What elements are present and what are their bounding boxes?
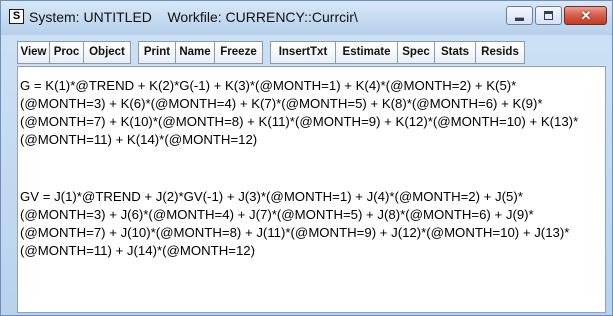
title-bar[interactable]: S System: UNTITLED Workfile: CURRENCY::C… — [1, 1, 612, 35]
window-title: System: UNTITLED Workfile: CURRENCY::Cur… — [29, 9, 358, 25]
estimate-button[interactable]: Estimate — [335, 41, 398, 64]
print-button[interactable]: Print — [138, 41, 176, 64]
close-button[interactable]: ✕ — [564, 6, 607, 25]
freeze-button[interactable]: Freeze — [214, 41, 263, 64]
object-button[interactable]: Object — [83, 41, 131, 64]
maximize-button[interactable] — [535, 6, 562, 25]
close-icon: ✕ — [580, 8, 592, 23]
inserttxt-button[interactable]: InsertTxt — [270, 41, 336, 64]
proc-button[interactable]: Proc — [49, 41, 84, 64]
equation-gv[interactable]: GV = J(1)*@TREND + J(2)*GV(-1) + J(3)*(@… — [20, 188, 600, 260]
object-toolbar: View Proc Object Print Name Freeze Inser… — [17, 41, 607, 64]
resids-button[interactable]: Resids — [475, 41, 525, 64]
minimize-button[interactable] — [506, 6, 533, 25]
minimize-icon — [515, 17, 524, 21]
spec-button[interactable]: Spec — [397, 41, 435, 64]
stats-button[interactable]: Stats — [434, 41, 476, 64]
system-window: S System: UNTITLED Workfile: CURRENCY::C… — [0, 0, 613, 316]
system-spec-editor[interactable]: G = K(1)*@TREND + K(2)*G(-1) + K(3)*(@MO… — [17, 66, 606, 313]
maximize-icon — [544, 11, 553, 20]
equation-g[interactable]: G = K(1)*@TREND + K(2)*G(-1) + K(3)*(@MO… — [20, 77, 600, 149]
name-button[interactable]: Name — [175, 41, 215, 64]
system-icon[interactable]: S — [9, 9, 24, 24]
view-button[interactable]: View — [17, 41, 50, 64]
